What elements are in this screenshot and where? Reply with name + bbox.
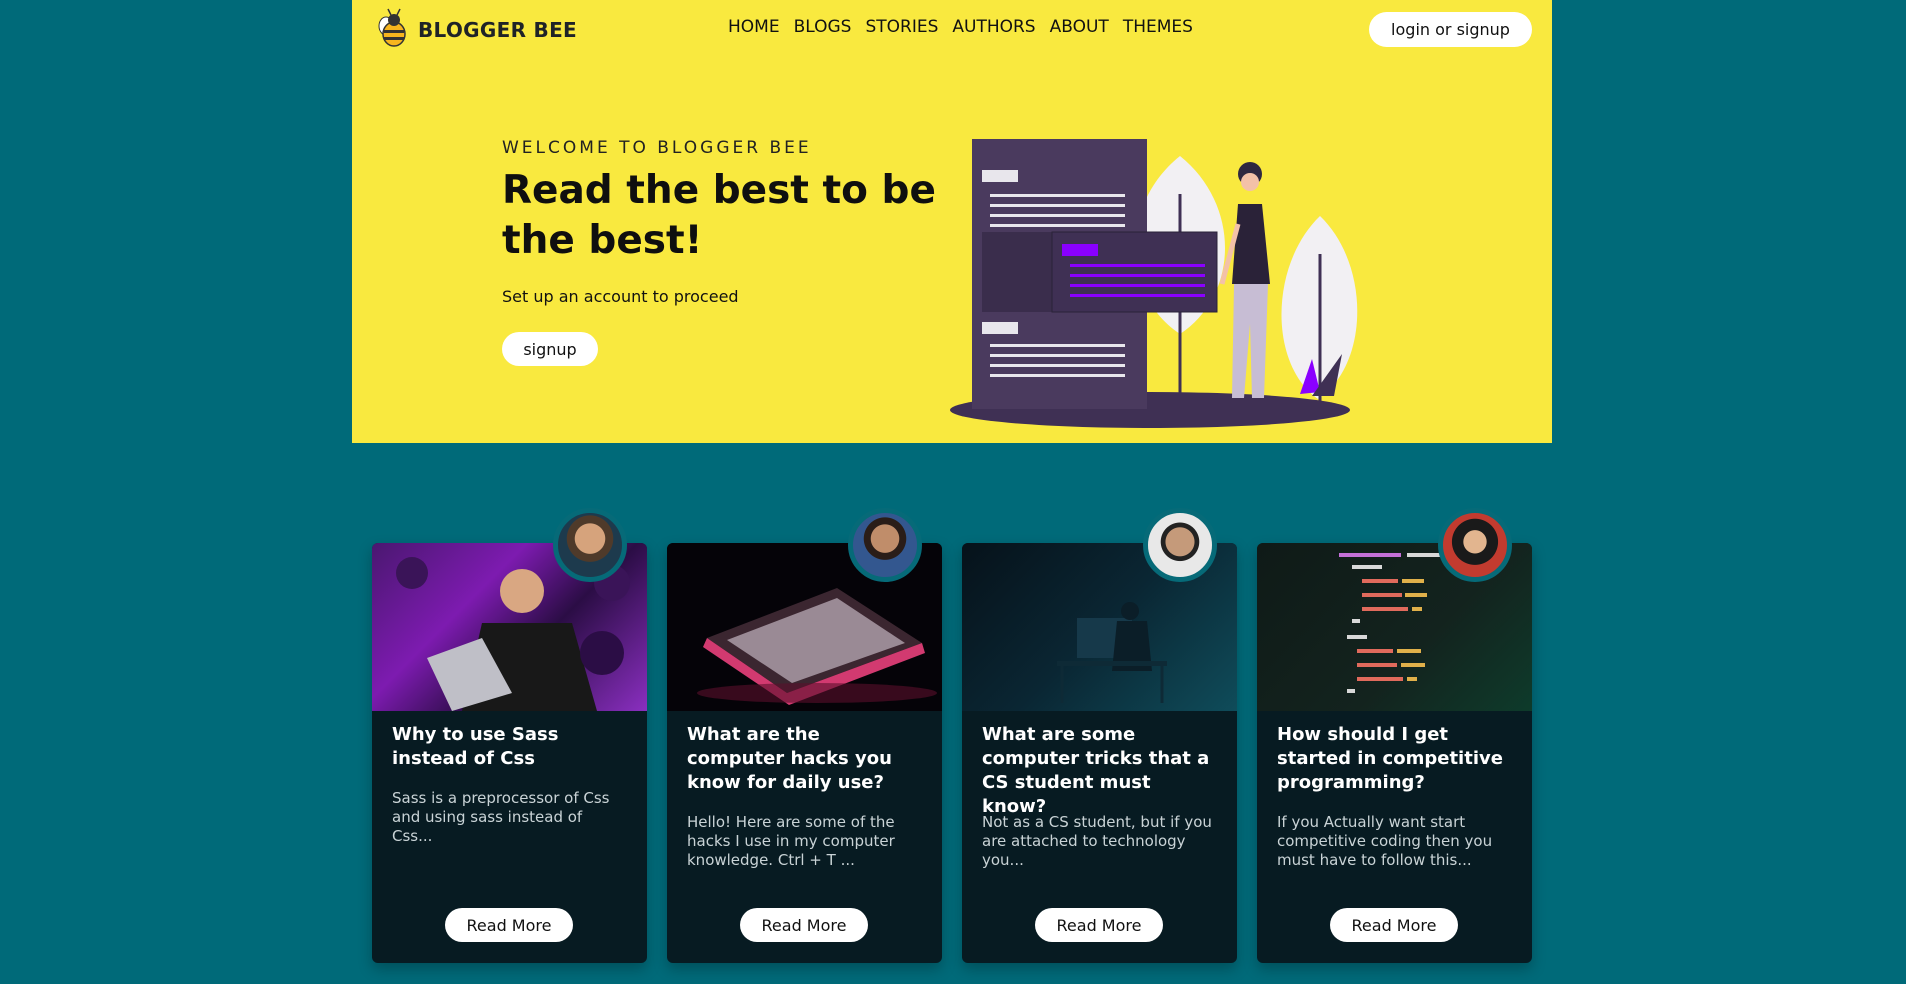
brand-logo[interactable]: BLOGGER BEE bbox=[376, 6, 577, 54]
main-nav: HOME BLOGS STORIES AUTHORS ABOUT THEMES bbox=[728, 17, 1207, 37]
nav-item-themes[interactable]: THEMES bbox=[1123, 17, 1193, 37]
nav-item-stories[interactable]: STORIES bbox=[865, 17, 938, 37]
nav-item-blogs[interactable]: BLOGS bbox=[794, 17, 852, 37]
author-avatar[interactable] bbox=[848, 508, 922, 582]
blog-card-title[interactable]: What are some computer tricks that a CS … bbox=[982, 723, 1217, 819]
author-avatar[interactable] bbox=[553, 508, 627, 582]
read-more-button[interactable]: Read More bbox=[1330, 908, 1458, 942]
hero-eyebrow: WELCOME TO BLOGGER BEE bbox=[502, 138, 812, 158]
blog-card[interactable]: What are some computer tricks that a CS … bbox=[962, 508, 1237, 963]
hero-headline: Read the best to be the best! bbox=[502, 168, 936, 263]
hero-illustration bbox=[950, 139, 1358, 428]
blog-card-excerpt: If you Actually want start competitive c… bbox=[1277, 813, 1493, 869]
nav-item-authors[interactable]: AUTHORS bbox=[952, 17, 1035, 37]
hero-section: BLOGGER BEE HOME BLOGS STORIES AUTHORS A… bbox=[352, 0, 1552, 443]
author-avatar[interactable] bbox=[1438, 508, 1512, 582]
blog-card-excerpt: Hello! Here are some of the hacks I use … bbox=[687, 813, 895, 869]
signup-button[interactable]: signup bbox=[502, 332, 598, 366]
nav-item-about[interactable]: ABOUT bbox=[1050, 17, 1109, 37]
read-more-button[interactable]: Read More bbox=[445, 908, 573, 942]
blog-card[interactable]: Why to use Sass instead of Css Sass is a… bbox=[372, 508, 647, 963]
nav-item-home[interactable]: HOME bbox=[728, 17, 780, 37]
blog-card-title[interactable]: Why to use Sass instead of Css bbox=[392, 723, 627, 771]
bee-icon bbox=[378, 8, 406, 47]
blog-card[interactable]: What are the computer hacks you know for… bbox=[667, 508, 942, 963]
blog-card[interactable]: How should I get started in competitive … bbox=[1257, 508, 1532, 963]
brand-name: BLOGGER BEE bbox=[418, 18, 578, 42]
author-avatar[interactable] bbox=[1143, 508, 1217, 582]
blog-card-excerpt: Sass is a preprocessor of Css and using … bbox=[392, 789, 610, 845]
blog-card-title[interactable]: What are the computer hacks you know for… bbox=[687, 723, 922, 795]
hero-subtext: Set up an account to proceed bbox=[502, 287, 739, 306]
read-more-button[interactable]: Read More bbox=[740, 908, 868, 942]
read-more-button[interactable]: Read More bbox=[1035, 908, 1163, 942]
login-signup-button[interactable]: login or signup bbox=[1369, 12, 1532, 47]
blog-card-title[interactable]: How should I get started in competitive … bbox=[1277, 723, 1512, 795]
blog-card-excerpt: Not as a CS student, but if you are atta… bbox=[982, 813, 1212, 869]
